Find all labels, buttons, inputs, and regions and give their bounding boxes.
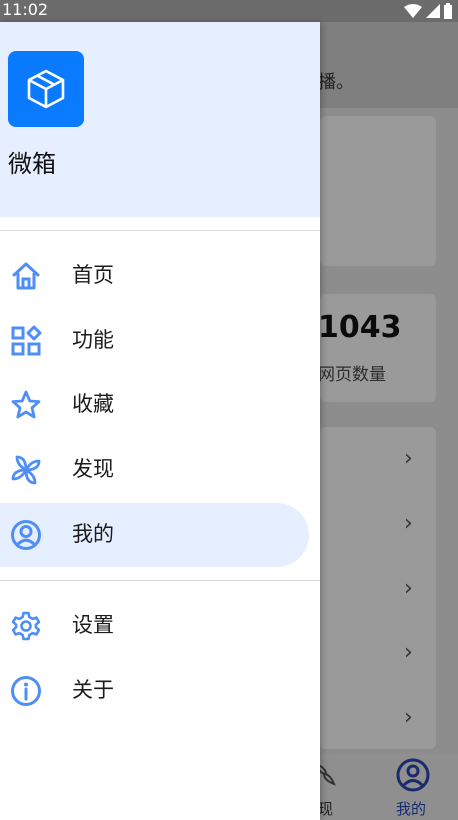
divider bbox=[0, 580, 320, 581]
pinwheel-icon bbox=[11, 455, 41, 485]
drawer-item-label: 设置 bbox=[72, 613, 114, 637]
status-icons bbox=[404, 3, 452, 19]
drawer-item-label: 发现 bbox=[72, 457, 114, 481]
signal-icon bbox=[426, 4, 440, 18]
background-app: 播。 1043 网页数量 › › › › › 现 我的 bbox=[314, 22, 458, 820]
background-stat-label: 网页数量 bbox=[318, 365, 386, 385]
box-icon bbox=[27, 69, 65, 109]
chevron-right-icon: › bbox=[404, 446, 413, 471]
drawer-item-discover[interactable]: 发现 bbox=[0, 438, 320, 502]
status-time: 11:02 bbox=[2, 0, 49, 19]
drawer-header: 微箱 bbox=[0, 22, 320, 217]
drawer-item-about[interactable]: 关于 bbox=[0, 659, 320, 723]
app-name: 微箱 bbox=[8, 150, 56, 178]
apps-icon bbox=[11, 325, 42, 356]
star-icon bbox=[11, 390, 41, 419]
home-icon bbox=[12, 262, 40, 290]
navigation-drawer: 微箱 首页 功能 收藏 发现 我的 设置 关于 bbox=[0, 22, 320, 820]
status-bar: 11:02 bbox=[0, 0, 458, 22]
background-card bbox=[320, 116, 436, 266]
wifi-icon bbox=[404, 4, 422, 18]
drawer-item-mine[interactable]: 我的 bbox=[0, 503, 320, 567]
drawer-item-label: 关于 bbox=[72, 678, 114, 702]
drawer-item-label: 功能 bbox=[72, 328, 114, 352]
background-topbar: 播。 bbox=[318, 22, 458, 108]
info-icon bbox=[11, 676, 41, 706]
background-list-card bbox=[320, 427, 436, 749]
drawer-item-label: 收藏 bbox=[72, 392, 114, 416]
drawer-item-settings[interactable]: 设置 bbox=[0, 594, 320, 658]
background-nav-discover: 现 bbox=[318, 800, 334, 818]
divider bbox=[0, 230, 320, 231]
account-icon bbox=[11, 520, 41, 550]
chevron-right-icon: › bbox=[404, 576, 413, 601]
chevron-right-icon: › bbox=[404, 640, 413, 665]
chevron-right-icon: › bbox=[404, 511, 413, 536]
gear-icon bbox=[11, 611, 41, 641]
background-header-text: 播。 bbox=[318, 72, 354, 93]
drawer-item-home[interactable]: 首页 bbox=[0, 244, 320, 308]
drawer-item-favorites[interactable]: 收藏 bbox=[0, 373, 320, 437]
chevron-right-icon: › bbox=[404, 705, 413, 730]
account-icon bbox=[396, 758, 430, 792]
background-nav-mine: 我的 bbox=[396, 800, 427, 818]
selected-highlight bbox=[0, 503, 309, 567]
app-logo bbox=[8, 51, 84, 127]
background-stat-value: 1043 bbox=[318, 310, 402, 345]
background-bottom-nav: 现 我的 bbox=[314, 754, 458, 820]
drawer-item-label: 我的 bbox=[72, 522, 114, 546]
battery-icon bbox=[444, 3, 452, 19]
drawer-item-features[interactable]: 功能 bbox=[0, 309, 320, 373]
drawer-item-label: 首页 bbox=[72, 263, 114, 287]
